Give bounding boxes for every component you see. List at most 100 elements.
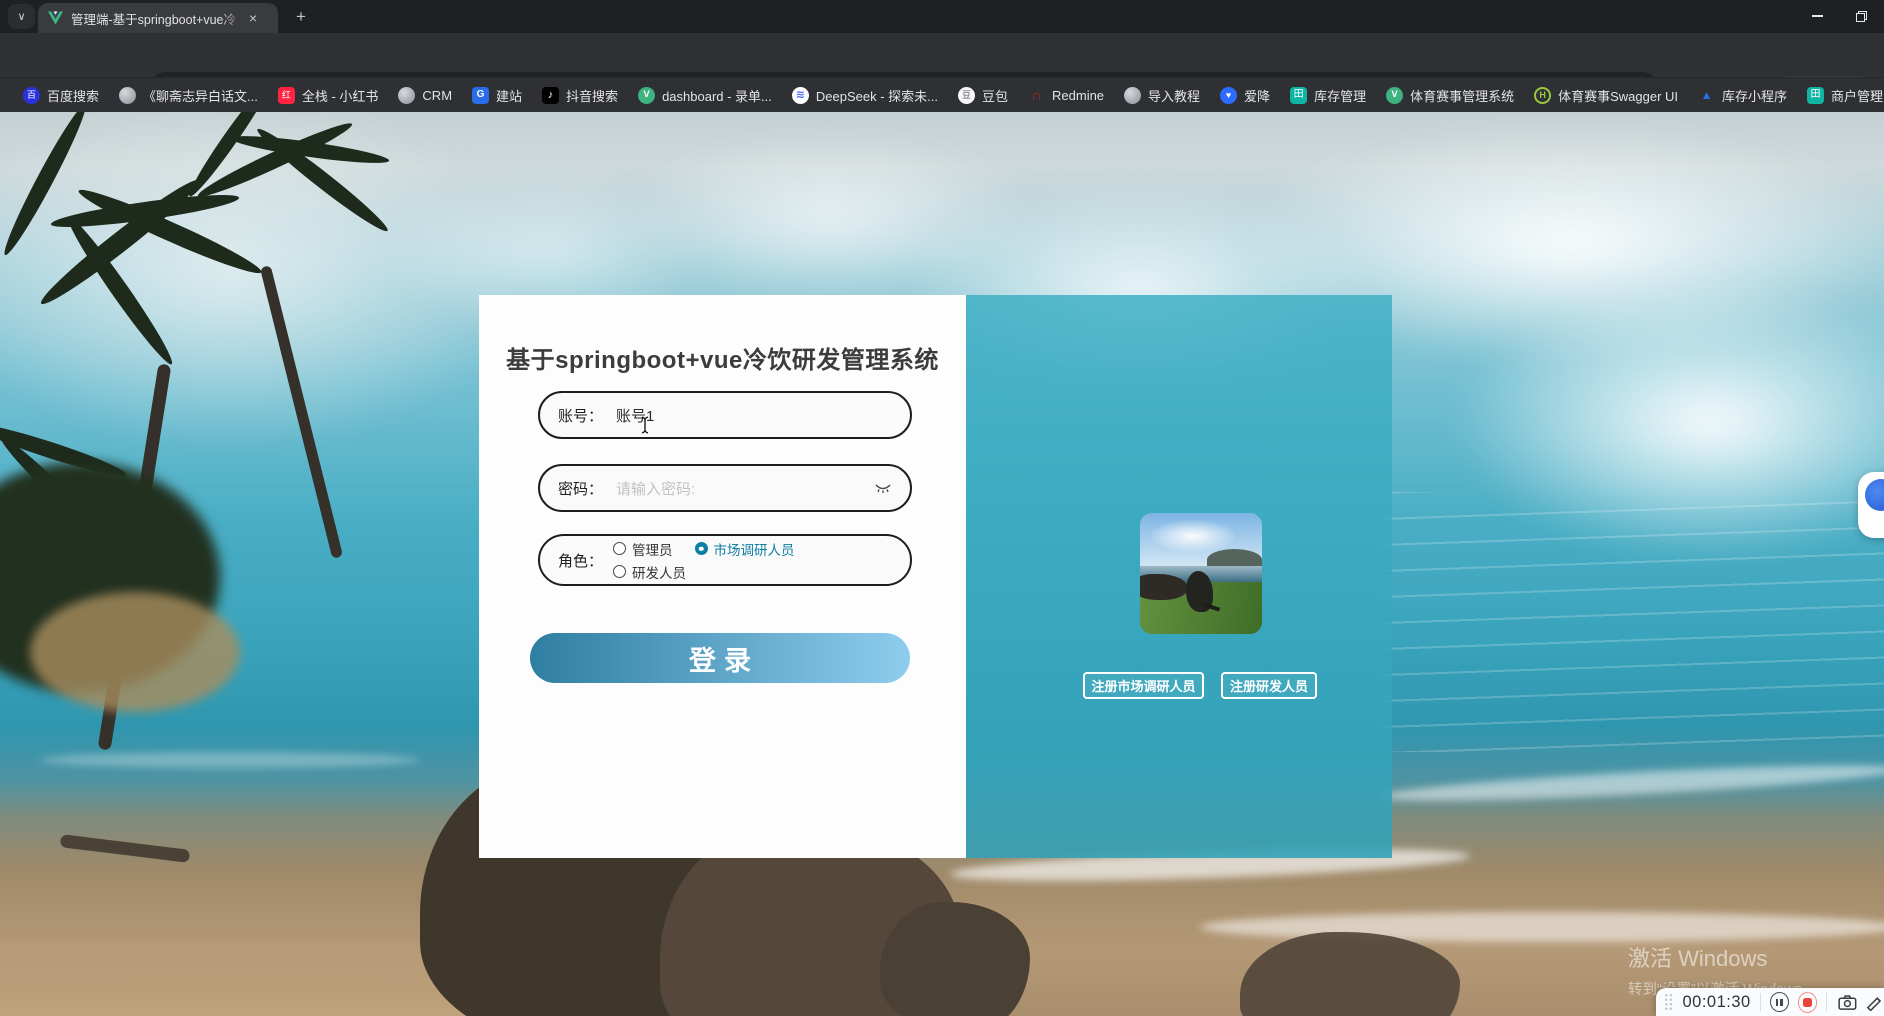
restore-icon bbox=[1855, 10, 1867, 22]
bookmark-label: 百度搜索 bbox=[47, 88, 100, 104]
drag-handle-icon[interactable] bbox=[1664, 993, 1673, 1011]
bookmark-label: 全栈 - 小红书 bbox=[301, 88, 379, 104]
bookmark-item-douyin[interactable]: ♪ 抖音搜索 bbox=[532, 82, 628, 109]
bookmark-item-liaozhai[interactable]: 《聊斋志异白话文... bbox=[109, 82, 268, 109]
text-cursor bbox=[641, 416, 649, 434]
miniprogram-icon: ▲ bbox=[1700, 88, 1713, 102]
window-minimize-button[interactable] bbox=[1795, 0, 1839, 32]
floating-assistant-widget[interactable] bbox=[1858, 472, 1884, 538]
role-label: 角色： bbox=[558, 552, 604, 570]
role-option-label: 研发人员 bbox=[632, 565, 687, 581]
screenshot-camera-button[interactable] bbox=[1838, 994, 1857, 1011]
recording-time: 00:01:30 bbox=[1682, 992, 1751, 1011]
bookmark-label: 抖音搜索 bbox=[566, 88, 619, 104]
merchant-grid-icon: 田 bbox=[1807, 86, 1825, 104]
inventory-grid-icon: 田 bbox=[1290, 86, 1308, 104]
active-tab[interactable]: 管理端-基于springboot+vue冷 × bbox=[38, 3, 278, 33]
password-input[interactable]: 密码： 请输入密码: bbox=[538, 464, 912, 512]
bookmark-label: 导入教程 bbox=[1148, 88, 1201, 104]
bookmark-item-crm[interactable]: CRM bbox=[388, 82, 462, 109]
radio-checked-icon bbox=[694, 542, 708, 555]
pencil-annotate-button[interactable] bbox=[1865, 993, 1884, 1011]
doubao-icon: 豆 bbox=[958, 86, 975, 104]
bookmark-label: CRM bbox=[422, 87, 453, 103]
password-visibility-icon[interactable] bbox=[874, 482, 892, 494]
vue-icon: V bbox=[1386, 86, 1404, 104]
bookmark-label: 库存小程序 bbox=[1722, 88, 1788, 104]
site-builder-icon: G bbox=[472, 86, 490, 104]
vue-favicon bbox=[48, 11, 63, 25]
divider bbox=[1826, 993, 1828, 1011]
pause-button[interactable] bbox=[1769, 992, 1789, 1012]
role-option-label: 市场调研人员 bbox=[713, 542, 795, 558]
window-restore-button[interactable] bbox=[1839, 0, 1883, 32]
stop-record-button[interactable] bbox=[1797, 991, 1818, 1013]
bookmark-item-dashboard[interactable]: V dashboard - 录单... bbox=[628, 82, 782, 109]
bookmarks-overflow-chevron-icon[interactable]: › bbox=[1864, 84, 1882, 106]
divider bbox=[1759, 993, 1761, 1011]
rock bbox=[1240, 932, 1460, 1016]
bookmarks-bar: 百 百度搜索 《聊斋志异白话文... 红 全栈 - 小红书 CRM G 建站 ♪… bbox=[0, 77, 1884, 112]
login-button[interactable]: 登录 bbox=[530, 633, 910, 683]
bookmark-label: Redmine bbox=[1052, 87, 1105, 103]
vue-icon: V bbox=[638, 86, 656, 104]
rock bbox=[880, 902, 1030, 1016]
tab-close-icon[interactable]: × bbox=[249, 11, 257, 25]
bookmark-label: 豆包 bbox=[982, 88, 1009, 104]
aijiang-icon: ♥ bbox=[1220, 86, 1238, 104]
bookmark-item-tiyu[interactable]: V 体育赛事管理系统 bbox=[1376, 82, 1524, 109]
bookmark-item-swagger[interactable]: H 体育赛事Swagger UI bbox=[1524, 82, 1688, 109]
tab-title: 管理端-基于springboot+vue冷 bbox=[71, 8, 243, 28]
browser-toolbar: ← → ⟳ i localhost:8080/springboot48n21yi… bbox=[0, 33, 1884, 104]
role-option-label: 管理员 bbox=[632, 542, 673, 558]
ocean-streaks bbox=[1380, 492, 1884, 752]
bookmark-item-daoru[interactable]: 导入教程 bbox=[1114, 82, 1210, 109]
role-radio-market[interactable]: 市场调研人员 bbox=[694, 539, 795, 559]
redmine-icon: ∩ bbox=[1031, 87, 1042, 103]
douyin-icon: ♪ bbox=[542, 86, 560, 104]
minimize-icon bbox=[1811, 15, 1823, 17]
tab-bar: ∨ 管理端-基于springboot+vue冷 × + bbox=[0, 0, 1884, 33]
screen: { "browser": { "tab_search_icon": "∨", "… bbox=[0, 0, 1884, 1016]
bookmark-item-xiaohongshu[interactable]: 红 全栈 - 小红书 bbox=[268, 82, 389, 109]
password-label: 密码： bbox=[558, 480, 604, 498]
new-tab-button[interactable]: + bbox=[288, 5, 314, 29]
globe-icon bbox=[119, 86, 137, 104]
page-title: 基于springboot+vue冷饮研发管理系统 bbox=[506, 347, 939, 374]
deepseek-icon: ≋ bbox=[791, 86, 809, 104]
driftwood bbox=[59, 834, 191, 863]
panel-photo bbox=[1140, 513, 1262, 634]
bookmark-label: 爱降 bbox=[1244, 88, 1271, 104]
xiaohongshu-icon: 红 bbox=[277, 86, 295, 104]
register-market-button[interactable]: 注册市场调研人员 bbox=[1083, 672, 1204, 699]
role-field: 角色： 管理员 市场调研人员 研发人员 bbox=[538, 534, 912, 586]
account-input[interactable]: 账号： 账号1 bbox=[538, 391, 912, 439]
bookmark-label: 《聊斋志异白话文... bbox=[143, 88, 258, 104]
bookmark-item-deepseek[interactable]: ≋ DeepSeek - 探索未... bbox=[782, 82, 948, 109]
bookmark-label: 建站 bbox=[496, 88, 523, 104]
bookmark-item-jianzhan[interactable]: G 建站 bbox=[462, 82, 532, 109]
role-radio-admin[interactable]: 管理员 bbox=[613, 539, 673, 559]
bookmark-label: 体育赛事管理系统 bbox=[1410, 88, 1515, 104]
watermark-line1: 激活 Windows bbox=[1628, 946, 1768, 971]
wave-foam bbox=[40, 752, 420, 768]
register-rd-button[interactable]: 注册研发人员 bbox=[1221, 672, 1317, 699]
bookmark-label: dashboard - 录单... bbox=[662, 88, 772, 104]
tab-search-button[interactable]: ∨ bbox=[8, 4, 35, 29]
bookmark-item-doubao[interactable]: 豆 豆包 bbox=[948, 82, 1018, 109]
bookmark-label: DeepSeek - 探索未... bbox=[815, 88, 938, 104]
bookmark-item-redmine[interactable]: ∩ Redmine bbox=[1018, 82, 1114, 109]
globe-icon bbox=[1124, 86, 1142, 104]
wave-foam bbox=[1379, 758, 1884, 808]
bookmark-item-aijiang[interactable]: ♥ 爱降 bbox=[1210, 82, 1280, 109]
bookmark-item-kucun[interactable]: 田 库存管理 bbox=[1280, 82, 1376, 109]
bookmark-item-xiaochengxu[interactable]: ▲ 库存小程序 bbox=[1688, 82, 1797, 109]
role-options: 管理员 市场调研人员 研发人员 bbox=[613, 539, 795, 582]
account-label: 账号： bbox=[558, 407, 604, 425]
assistant-bubble-icon bbox=[1865, 479, 1884, 511]
password-placeholder: 请输入密码: bbox=[616, 480, 696, 498]
swagger-icon: H bbox=[1534, 86, 1552, 104]
baidu-icon: 百 bbox=[23, 86, 40, 104]
role-radio-rd[interactable]: 研发人员 bbox=[613, 562, 686, 582]
bookmark-item-baidu[interactable]: 百 百度搜索 bbox=[13, 82, 109, 109]
